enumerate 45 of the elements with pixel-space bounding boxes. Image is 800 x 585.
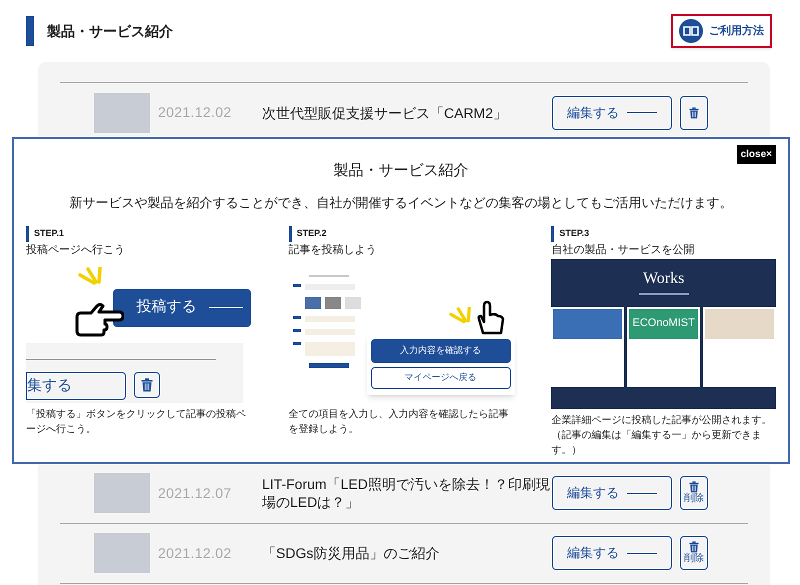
pointing-hand-icon <box>74 302 124 336</box>
post-date: 2021.12.02 <box>158 103 233 122</box>
help-button[interactable]: ご利用方法 <box>671 14 772 48</box>
delete-button[interactable]: 削除 <box>680 476 708 510</box>
step-heading: 自社の製品・サービスを公開 <box>551 243 696 258</box>
post-title: 次世代型販促支援サービス「CARM2」 <box>262 104 508 122</box>
step-label: STEP.2 <box>296 227 327 240</box>
trash-icon <box>689 106 699 118</box>
works-title: Works <box>642 268 684 288</box>
trash-icon <box>689 541 699 553</box>
logo-card: ECOnoMIST <box>629 308 698 338</box>
step-label: STEP.3 <box>559 227 590 240</box>
post-date: 2021.12.02 <box>158 544 233 562</box>
step-label: STEP.1 <box>34 227 64 240</box>
delete-button[interactable]: 削除 <box>680 536 708 570</box>
step-caption: 企業詳細ページに投稿した記事が公開されます。（記事の編集は「編集する一」から更新できます。） <box>551 414 772 458</box>
step-heading: 記事を投稿しよう <box>288 243 378 258</box>
page-title: 製品・サービス紹介 <box>47 22 173 40</box>
trash-icon <box>689 481 699 493</box>
modal-description: 新サービスや製品を紹介することができ、自社が開催するイベントなどの集客の場としてもご活用いただけます。 <box>68 194 734 212</box>
edit-button[interactable]: 編集する <box>552 536 672 570</box>
post-title: 「SDGs防災用品」のご紹介 <box>262 544 440 562</box>
thumbnail-placeholder <box>94 92 150 132</box>
post-date: 2021.12.07 <box>158 484 233 502</box>
thumbnail-placeholder <box>94 533 150 573</box>
trash-icon <box>141 376 153 392</box>
thumbnail-placeholder <box>94 473 150 513</box>
step-accent-bar <box>551 226 554 242</box>
step-caption: 「投稿する」ボタンをクリックして記事の投稿ページへ行こう。 <box>26 408 247 436</box>
step-accent-bar <box>288 226 292 242</box>
edit-button-preview: 集する <box>26 372 126 400</box>
modal-title: 製品・サービス紹介 <box>332 161 470 181</box>
edit-button[interactable]: 編集する <box>552 96 672 130</box>
title-accent-bar <box>26 16 34 46</box>
edit-button[interactable]: 編集する <box>552 476 672 510</box>
step-heading: 投稿ページへ行こう <box>26 243 126 258</box>
book-icon <box>679 19 703 43</box>
delete-button[interactable] <box>680 96 708 130</box>
mypage-button-preview: マイページへ戻る <box>370 366 511 388</box>
step-caption: 全ての項目を入力し、入力内容を確認したら記事を登録しよう。 <box>288 408 510 436</box>
confirm-button-preview: 入力内容を確認する <box>370 338 511 362</box>
post-title: LIT-Forum「LED照明で汚いを除去！？印刷現場のLEDは？」 <box>262 475 551 511</box>
close-button[interactable]: close× <box>736 145 776 164</box>
post-button[interactable]: 投稿する <box>112 288 251 326</box>
step-accent-bar <box>26 226 29 242</box>
